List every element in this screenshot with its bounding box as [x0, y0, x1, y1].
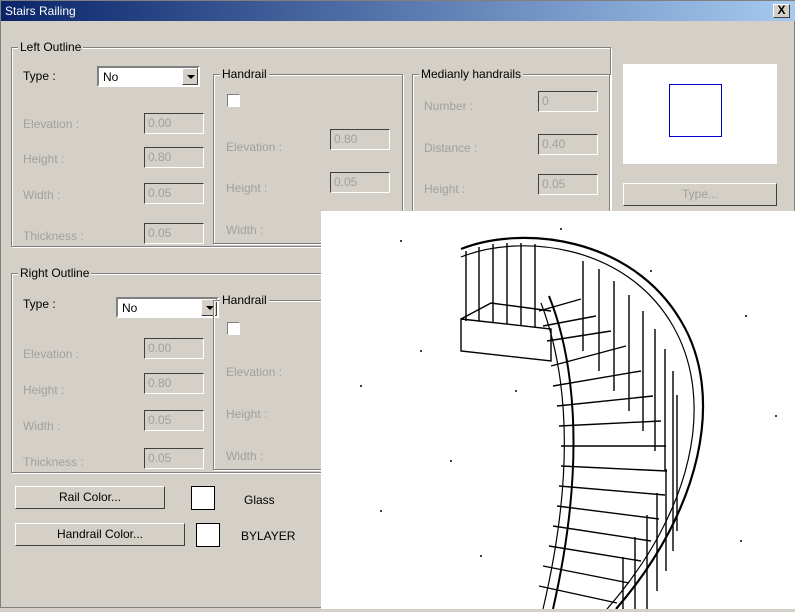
handrail-color-value: BYLAYER — [241, 529, 296, 543]
left-type-value: No — [103, 70, 119, 84]
preview-square — [669, 84, 722, 137]
left-handrail-title: Handrail — [220, 67, 269, 81]
railing-preview — [623, 64, 777, 164]
medianly-height-label: Height : — [424, 182, 466, 196]
right-elevation-field: 0.00 — [144, 338, 204, 359]
right-handrail-width-label: Width : — [226, 449, 264, 463]
left-height-field: 0.80 — [144, 147, 204, 168]
left-width-label: Width : — [23, 188, 61, 202]
left-width-field: 0.05 — [144, 183, 204, 204]
medianly-handrails-title: Medianly handrails — [419, 67, 524, 81]
window-title: Stairs Railing — [5, 4, 76, 18]
right-height-field: 0.80 — [144, 373, 204, 394]
left-handrail-elevation-label: Elevation : — [226, 140, 283, 154]
rail-color-button[interactable]: Rail Color... — [15, 486, 165, 509]
handrail-color-button[interactable]: Handrail Color... — [15, 523, 185, 546]
right-type-select[interactable]: No — [116, 297, 219, 318]
medianly-height-field: 0.05 — [538, 174, 598, 195]
left-elevation-field: 0.00 — [144, 113, 204, 134]
right-height-label: Height : — [23, 383, 65, 397]
right-thickness-field: 0.05 — [144, 448, 204, 469]
left-handrail-checkbox[interactable] — [227, 94, 240, 107]
left-type-label: Type : — [23, 69, 56, 83]
left-thickness-label: Thickness : — [23, 229, 84, 243]
type-button[interactable]: Type... — [623, 183, 777, 206]
rail-color-swatch — [191, 486, 215, 510]
left-elevation-label: Elevation : — [23, 117, 80, 131]
left-outline-title: Left Outline — [18, 40, 84, 54]
right-handrail-checkbox[interactable] — [227, 322, 240, 335]
right-handrail-height-label: Height : — [226, 407, 268, 421]
right-width-field: 0.05 — [144, 410, 204, 431]
medianly-number-field: 0 — [538, 91, 598, 112]
medianly-number-label: Number : — [424, 99, 474, 113]
right-elevation-label: Elevation : — [23, 347, 80, 361]
right-thickness-label: Thickness : — [23, 455, 84, 469]
right-outline-title: Right Outline — [18, 266, 92, 280]
left-handrail-height-label: Height : — [226, 181, 268, 195]
right-width-label: Width : — [23, 419, 61, 433]
left-handrail-height-field: 0.05 — [330, 172, 390, 193]
left-thickness-field: 0.05 — [144, 223, 204, 244]
spiral-staircase-illustration — [321, 211, 795, 610]
medianly-distance-label: Distance : — [424, 141, 478, 155]
medianly-distance-field: 0.40 — [538, 134, 598, 155]
rail-color-value: Glass — [244, 493, 275, 507]
staircase-drawing — [360, 228, 777, 610]
right-handrail-elevation-label: Elevation : — [226, 365, 283, 379]
chevron-down-icon[interactable] — [182, 68, 198, 85]
left-handrail-width-label: Width : — [226, 223, 264, 237]
handrail-color-swatch — [196, 523, 220, 547]
stairs-railing-dialog: Stairs Railing X Left Outline Type : No … — [0, 0, 795, 610]
left-handrail-elevation-field: 0.80 — [330, 129, 390, 150]
left-height-label: Height : — [23, 152, 65, 166]
title-bar: Stairs Railing X — [1, 1, 795, 21]
right-type-value: No — [122, 301, 138, 315]
close-button[interactable]: X — [773, 4, 790, 18]
left-type-select[interactable]: No — [97, 66, 200, 87]
right-handrail-title: Handrail — [220, 293, 269, 307]
right-type-label: Type : — [23, 297, 56, 311]
